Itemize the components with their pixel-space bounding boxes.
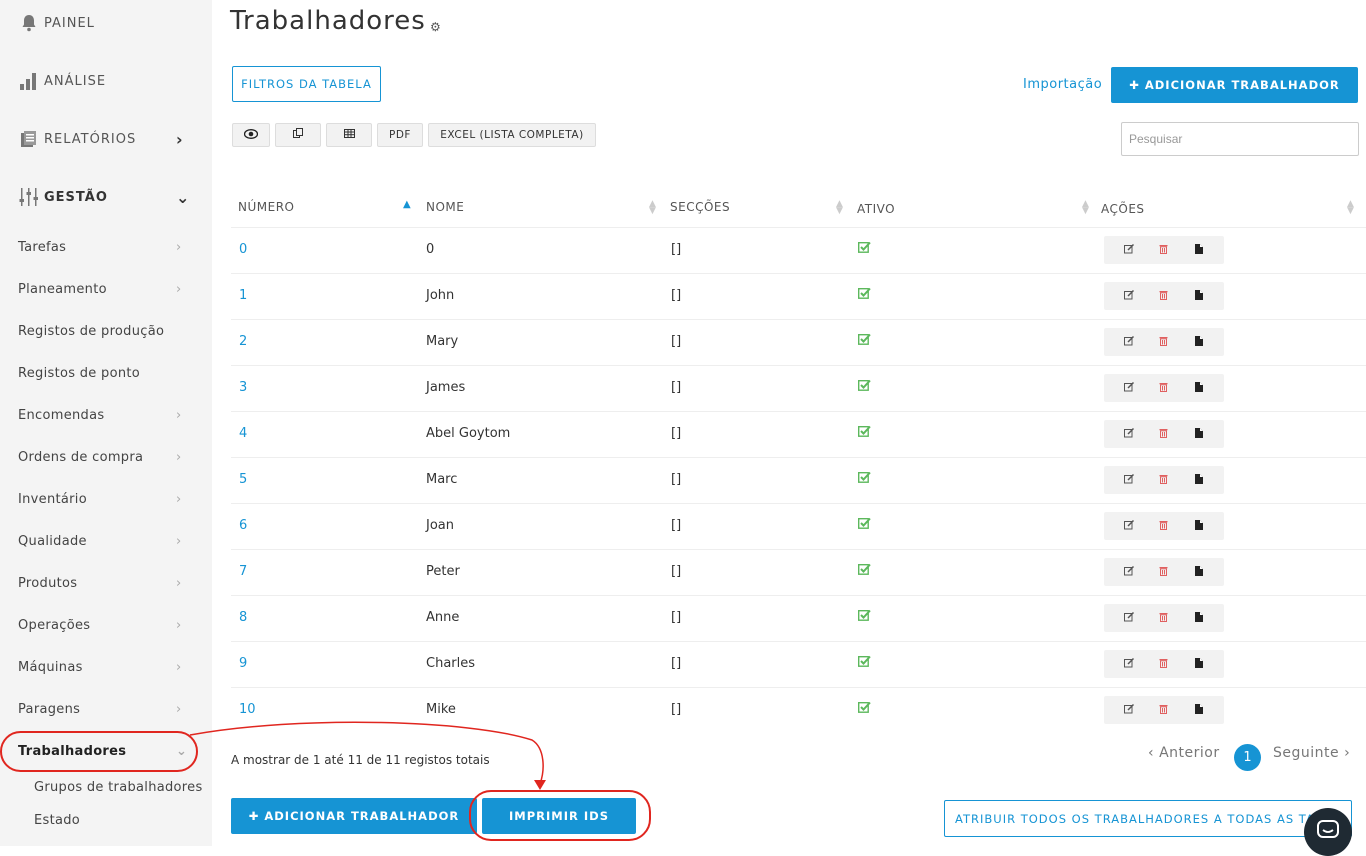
chat-icon (1317, 820, 1339, 844)
chat-button[interactable] (1304, 808, 1352, 856)
annotation-arrow (189, 721, 546, 790)
